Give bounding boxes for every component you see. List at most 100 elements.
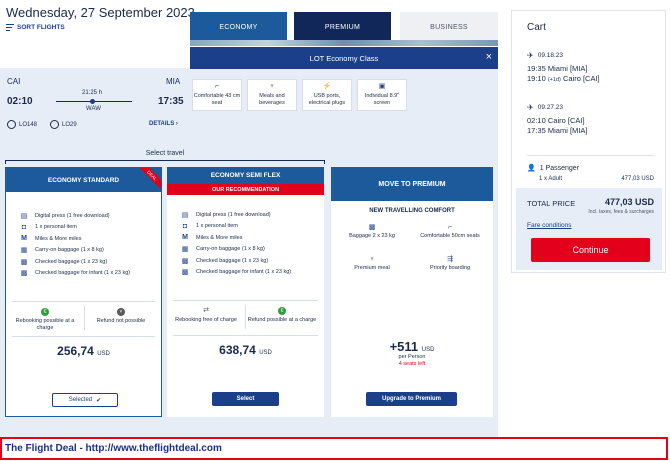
euro-icon: € — [41, 308, 49, 316]
divider — [173, 300, 318, 301]
select-bracket — [5, 160, 325, 164]
recommendation-badge: OUR RECOMMENDATION — [167, 184, 324, 195]
close-icon[interactable]: × — [486, 51, 492, 63]
tab-business[interactable]: BUSINESS — [400, 12, 498, 42]
refund-condition: € Refund possible at a charge — [247, 307, 317, 323]
details-link[interactable]: DETAILS › — [149, 121, 178, 127]
bag-icon: ◘ — [182, 222, 188, 230]
total-note: Incl. taxes, fees & surcharges — [588, 209, 654, 215]
premium-feature: ♆ Premium meal — [337, 256, 407, 272]
premium-feature: ▩ Baggage 2 x 23 kg — [337, 224, 407, 240]
amenity-seat: ⌐ Comfortable 43 cm seat — [192, 79, 242, 111]
page-title: Wednesday, 27 September 2023 — [6, 5, 195, 20]
plane-icon: ✈ — [527, 51, 534, 60]
sort-flights-label: SORT FLIGHTS — [17, 24, 65, 31]
total-box: TOTAL PRICE 477,03 USD Incl. taxes, fees… — [516, 188, 662, 270]
suitcase-icon: ▩ — [181, 269, 189, 277]
seat-icon: ⌐ — [447, 224, 453, 231]
fare-conditions-link[interactable]: Fare conditions — [527, 222, 571, 229]
passenger-count: 👤 1 Passenger — [527, 164, 580, 173]
feature-item: M Miles & More miles — [21, 235, 82, 243]
press-icon: ▤ — [181, 211, 189, 219]
per-person-label: per Person — [398, 354, 426, 360]
arrive-time: 17:35 — [158, 96, 184, 107]
cabin-info-panel: ⌐ Comfortable 43 cm seat ♆ Meals and bev… — [190, 69, 498, 148]
screen-icon: ▣ — [378, 83, 386, 90]
fare-card-economy-standard[interactable]: ECONOMY STANDARD DEAL ▤ Digital press (1 … — [5, 167, 162, 417]
feature-item: ▦ Carry-on baggage (1 x 8 kg) — [181, 246, 265, 254]
adult-line: 1 x Adult 477,03 USD — [539, 176, 654, 182]
press-icon: ▤ — [20, 212, 28, 220]
flight-summary: CAI MIA 02:10 17:35 21:25 h WAW LO148 LO… — [0, 68, 190, 148]
fare-features: ▤ Digital press (1 free download) ◘ 1 x pe… — [20, 210, 130, 279]
fare-title: ECONOMY SEMI FLEX — [167, 167, 324, 184]
total-value: 477,03 USD — [604, 197, 654, 207]
refund-condition: × Refund not possible — [96, 308, 146, 324]
tab-premium[interactable]: PREMIUM — [294, 12, 391, 42]
miles-icon: M — [182, 234, 188, 242]
meal-icon: ♆ — [269, 83, 275, 90]
rebook-icon: ⇄ — [203, 307, 209, 314]
premium-feature: ⇶ Priority boarding — [415, 256, 485, 272]
total-label: TOTAL PRICE — [527, 199, 576, 208]
divider — [527, 155, 655, 156]
suitcase-icon: ▩ — [20, 258, 28, 266]
rebooking-condition: ⇄ Rebooking free of charge — [171, 307, 241, 324]
priority-icon: ⇶ — [447, 256, 453, 263]
feature-item: ◘ 1 x personal item — [21, 223, 77, 231]
cabin-info-header: LOT Economy Class × — [190, 47, 498, 69]
feature-item: ▩ Checked baggage (1 x 23 kg) — [181, 257, 269, 265]
feature-item: M Miles & More miles — [182, 234, 243, 242]
carry-on-icon: ▦ — [181, 246, 189, 254]
divider — [12, 301, 155, 302]
stop-dot — [90, 99, 95, 104]
amenity-usb: ⚡ USB ports, electrical plugs — [302, 79, 352, 111]
upgrade-button[interactable]: Upgrade to Premium — [366, 392, 457, 406]
lot-logo-icon — [50, 120, 59, 129]
amenity-meals: ♆ Meals and beverages — [247, 79, 297, 111]
miles-icon: M — [21, 235, 27, 243]
fare-features: ▤ Digital press (1 free download) ◘ 1 x pe… — [181, 209, 291, 278]
tab-economy[interactable]: ECONOMY — [190, 12, 287, 42]
sort-flights-button[interactable]: SORT FLIGHTS — [6, 24, 65, 32]
premium-feature: ⌐ Comfortable 50cm seats — [415, 224, 485, 240]
cart-panel: Cart ✈ 09.18.23 19:35 Miami [MIA] 19:10 (… — [511, 10, 666, 273]
fare-card-upgrade-premium[interactable]: MOVE TO PREMIUM NEW TRAVELLING COMFORT ▩… — [331, 167, 493, 417]
suitcase-icon: ▩ — [368, 224, 376, 231]
cabin-info-title: LOT Economy Class — [309, 53, 379, 63]
feature-item: ▤ Digital press (1 free download) — [20, 212, 110, 220]
flight-number-2: LO29 — [50, 120, 77, 129]
sort-icon — [6, 24, 14, 32]
destination-code: MIA — [166, 77, 181, 86]
euro-icon: € — [278, 307, 286, 315]
select-travel-label: Select travel — [145, 150, 185, 157]
passenger-icon: 👤 — [527, 165, 536, 172]
stop-airport: WAW — [86, 106, 101, 112]
bag-icon: ◘ — [21, 223, 27, 231]
feature-item: ▤ Digital press (1 free download) — [181, 211, 271, 219]
deal-ribbon: DEAL — [137, 168, 161, 192]
flight-number-1: LO148 — [7, 120, 37, 129]
selected-button[interactable]: Selected ✔ — [52, 393, 118, 407]
upgrade-price: +511 USD — [389, 339, 435, 354]
seats-left-label: 4 seats left — [398, 361, 426, 367]
cabin-photo-strip — [190, 40, 498, 46]
feature-item: ▩ Checked baggage for infant (1 x 23 kg) — [20, 270, 131, 278]
continue-button[interactable]: Continue — [531, 238, 650, 262]
cart-segment-return: ✈ 09.27.23 02:10 Cairo [CAI] 17:35 Miami … — [527, 103, 588, 135]
amenity-screen: ▣ Individual 8.9" screen — [357, 79, 407, 111]
fare-card-economy-semi-flex[interactable]: ECONOMY SEMI FLEX OUR RECOMMENDATION ▤ Di… — [167, 167, 324, 417]
select-button[interactable]: Select — [212, 392, 279, 406]
flight-duration: 21:25 h — [82, 90, 103, 96]
lot-logo-icon — [7, 120, 16, 129]
feature-item: ▩ Checked baggage for infant (1 x 23 kg) — [181, 269, 292, 277]
divider — [12, 336, 155, 337]
cart-segment-outbound: ✈ 09.18.23 19:35 Miami [MIA] 19:10 (+1d) … — [527, 51, 600, 83]
cart-title: Cart — [527, 22, 546, 33]
suitcase-icon: ▩ — [181, 257, 189, 265]
booking-page: Wednesday, 27 September 2023 SORT FLIGHT… — [0, 0, 670, 461]
usb-icon: ⚡ — [322, 83, 332, 90]
no-refund-icon: × — [117, 308, 125, 316]
premium-subtitle: NEW TRAVELLING COMFORT — [369, 208, 455, 214]
seat-icon: ⌐ — [214, 83, 220, 90]
